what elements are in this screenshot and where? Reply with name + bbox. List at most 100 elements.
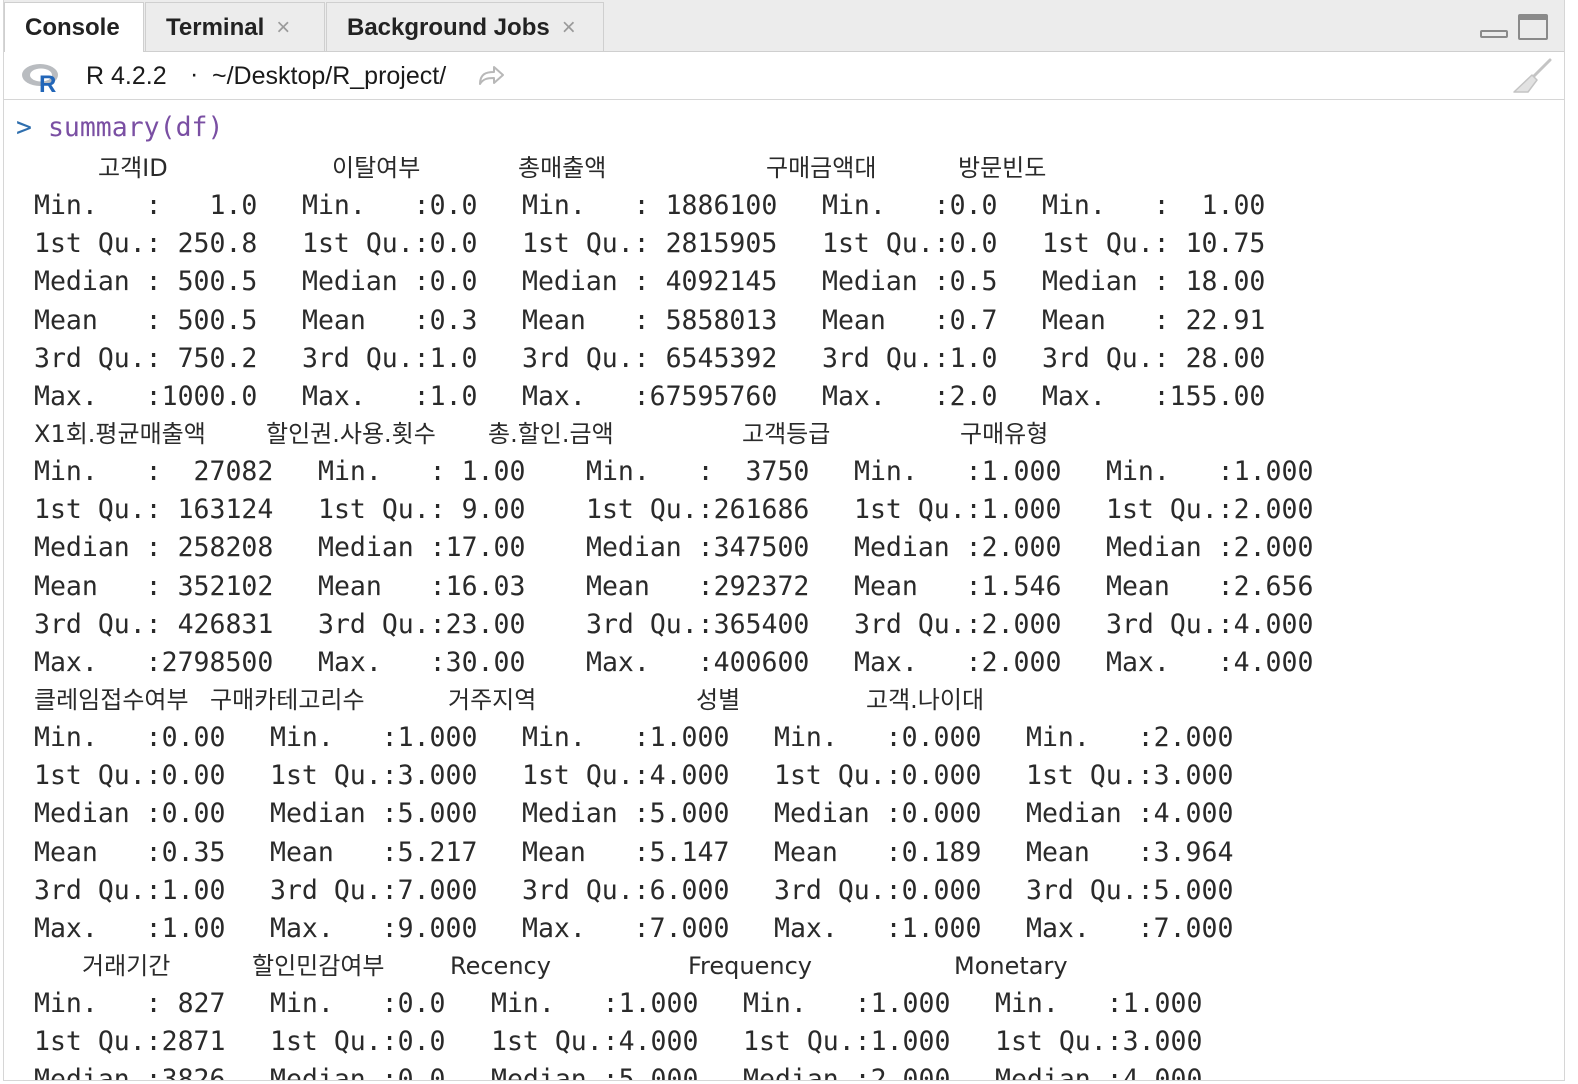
stat-cell: Max. :7.000 [1026,913,1234,945]
tab-terminal[interactable]: Terminal × [145,2,325,52]
stat-cell: Min. : 827 [34,987,226,1019]
stat-cell: 3rd Qu.: 6545392 [522,342,778,374]
tab-label: Terminal [166,13,265,41]
stat-cell: 3rd Qu.:6.000 [522,874,730,906]
stat-cell: Max. :7.000 [522,913,730,945]
stat-cell: 3rd Qu.: 28.00 [1042,342,1266,374]
column-header: 이탈여부 [332,153,421,182]
stat-cell: Mean :1.546 [854,570,1062,602]
column-header: 거주지역 [448,685,537,714]
stat-cell: 1st Qu.:2.000 [1106,494,1314,526]
column-header: Recency [450,951,551,980]
tab-console[interactable]: Console [4,2,144,53]
stat-cell: Min. :1.000 [854,455,1062,487]
stat-cell: Mean :3.964 [1026,836,1234,868]
stat-cell: 3rd Qu.:4.000 [1106,608,1314,640]
stat-cell: Max. :2.0 [822,381,998,413]
r-logo-icon: R [22,64,58,94]
stat-cell: 3rd Qu.:1.0 [302,342,478,374]
stat-cell: Min. :0.0 [270,987,446,1019]
column-header: Monetary [954,951,1068,980]
goto-directory-icon[interactable] [476,64,506,88]
tab-label: Console [25,14,120,41]
stat-cell: Mean : 500.5 [34,304,258,336]
stat-cell: Min. : 1.00 [318,455,526,487]
stat-cell: 3rd Qu.:2.000 [854,608,1062,640]
stat-cell: 1st Qu.: 250.8 [34,228,258,260]
column-header: Frequency [688,951,812,980]
stat-cell: Mean :0.7 [822,304,998,336]
stat-cell: Mean :0.3 [302,304,478,336]
console-command: summary(df) [47,112,224,143]
stat-cell: Mean :0.189 [774,836,982,868]
stat-cell: Min. : 1.00 [1042,189,1266,221]
stat-cell: Max. :1000.0 [34,381,258,413]
stat-cell: 1st Qu.:0.00 [34,760,226,792]
stat-cell: Median :4.000 [995,1064,1203,1080]
stat-cell: Min. :1.000 [995,987,1203,1019]
stat-cell: Median :0.000 [774,798,982,830]
stat-cell: 1st Qu.:4.000 [522,760,730,792]
rstudio-console-pane: Console Terminal × Background Jobs × R R… [3,0,1565,1081]
stat-cell: Median : 4092145 [522,266,778,298]
clear-console-broom-icon[interactable] [1510,58,1552,94]
stat-cell: 3rd Qu.:1.00 [34,874,226,906]
stat-cell: Min. :0.0 [302,189,478,221]
stat-cell: Median :0.0 [302,266,478,298]
stat-cell: Min. : 1.0 [34,189,258,221]
tab-background-jobs[interactable]: Background Jobs × [326,2,604,52]
stat-cell: Mean :5.217 [270,836,478,868]
stat-cell: Min. :0.00 [34,721,226,753]
working-directory-path[interactable]: ~/Desktop/R_project/ [212,62,446,91]
column-header: 총매출액 [518,153,607,182]
stat-cell: Max. :67595760 [522,381,778,413]
column-header: 총.할인.금액 [488,419,614,448]
stat-cell: Max. :400600 [586,647,810,679]
stat-cell: 1st Qu.:1.000 [743,1026,951,1058]
stat-cell: Median :17.00 [318,532,526,564]
stat-cell: 1st Qu.: 9.00 [318,494,526,526]
maximize-icon[interactable] [1518,14,1548,40]
stat-cell: Min. :1.000 [1106,455,1314,487]
stat-cell: 3rd Qu.:1.0 [822,342,998,374]
stat-cell: 3rd Qu.: 426831 [34,608,274,640]
window-controls [1480,14,1548,40]
close-icon[interactable]: × [562,14,576,42]
stat-cell: Max. :4.000 [1106,647,1314,679]
stat-cell: Median : 500.5 [34,266,258,298]
column-header: 성별 [696,685,741,714]
stat-cell: Max. :1.000 [774,913,982,945]
stat-cell: Mean :5.147 [522,836,730,868]
stat-cell: Median :5.000 [270,798,478,830]
stat-cell: 3rd Qu.:23.00 [318,608,526,640]
stat-cell: 1st Qu.:3.000 [270,760,478,792]
minimize-icon[interactable] [1480,30,1508,38]
console-output[interactable]: > summary(df) 고객ID 이탈여부 총매출액 구매금액대 방문빈도 Min. … [4,112,1564,1080]
stat-cell: Min. : 1886100 [522,189,778,221]
stat-cell: Max. :155.00 [1042,381,1266,413]
stat-cell: 1st Qu.: 163124 [34,494,274,526]
stat-cell: Median :2.000 [854,532,1062,564]
stat-cell: Mean :16.03 [318,570,526,602]
stat-cell: Min. :0.0 [822,189,998,221]
stat-cell: 3rd Qu.:365400 [586,608,810,640]
stat-cell: Min. : 27082 [34,455,274,487]
stat-cell: 1st Qu.:0.0 [822,228,998,260]
stat-cell: Median :0.00 [34,798,226,830]
column-header: 할인민감여부 [252,951,385,980]
stat-cell: Max. :2.000 [854,647,1062,679]
stat-cell: Mean :2.656 [1106,570,1314,602]
stat-cell: Max. :2798500 [34,647,274,679]
stat-cell: 3rd Qu.:0.000 [774,874,982,906]
stat-cell: Min. : 3750 [586,455,810,487]
stat-cell: Median :2.000 [743,1064,951,1080]
stat-cell: 1st Qu.:261686 [586,494,810,526]
stat-cell: Median :347500 [586,532,810,564]
close-icon[interactable]: × [276,14,290,42]
stat-cell: 1st Qu.: 2815905 [522,228,778,260]
stat-cell: 3rd Qu.:7.000 [270,874,478,906]
stat-cell: Max. :9.000 [270,913,478,945]
column-header: 구매금액대 [766,153,877,182]
stat-cell: Median :0.5 [822,266,998,298]
stat-cell: Mean :292372 [586,570,810,602]
